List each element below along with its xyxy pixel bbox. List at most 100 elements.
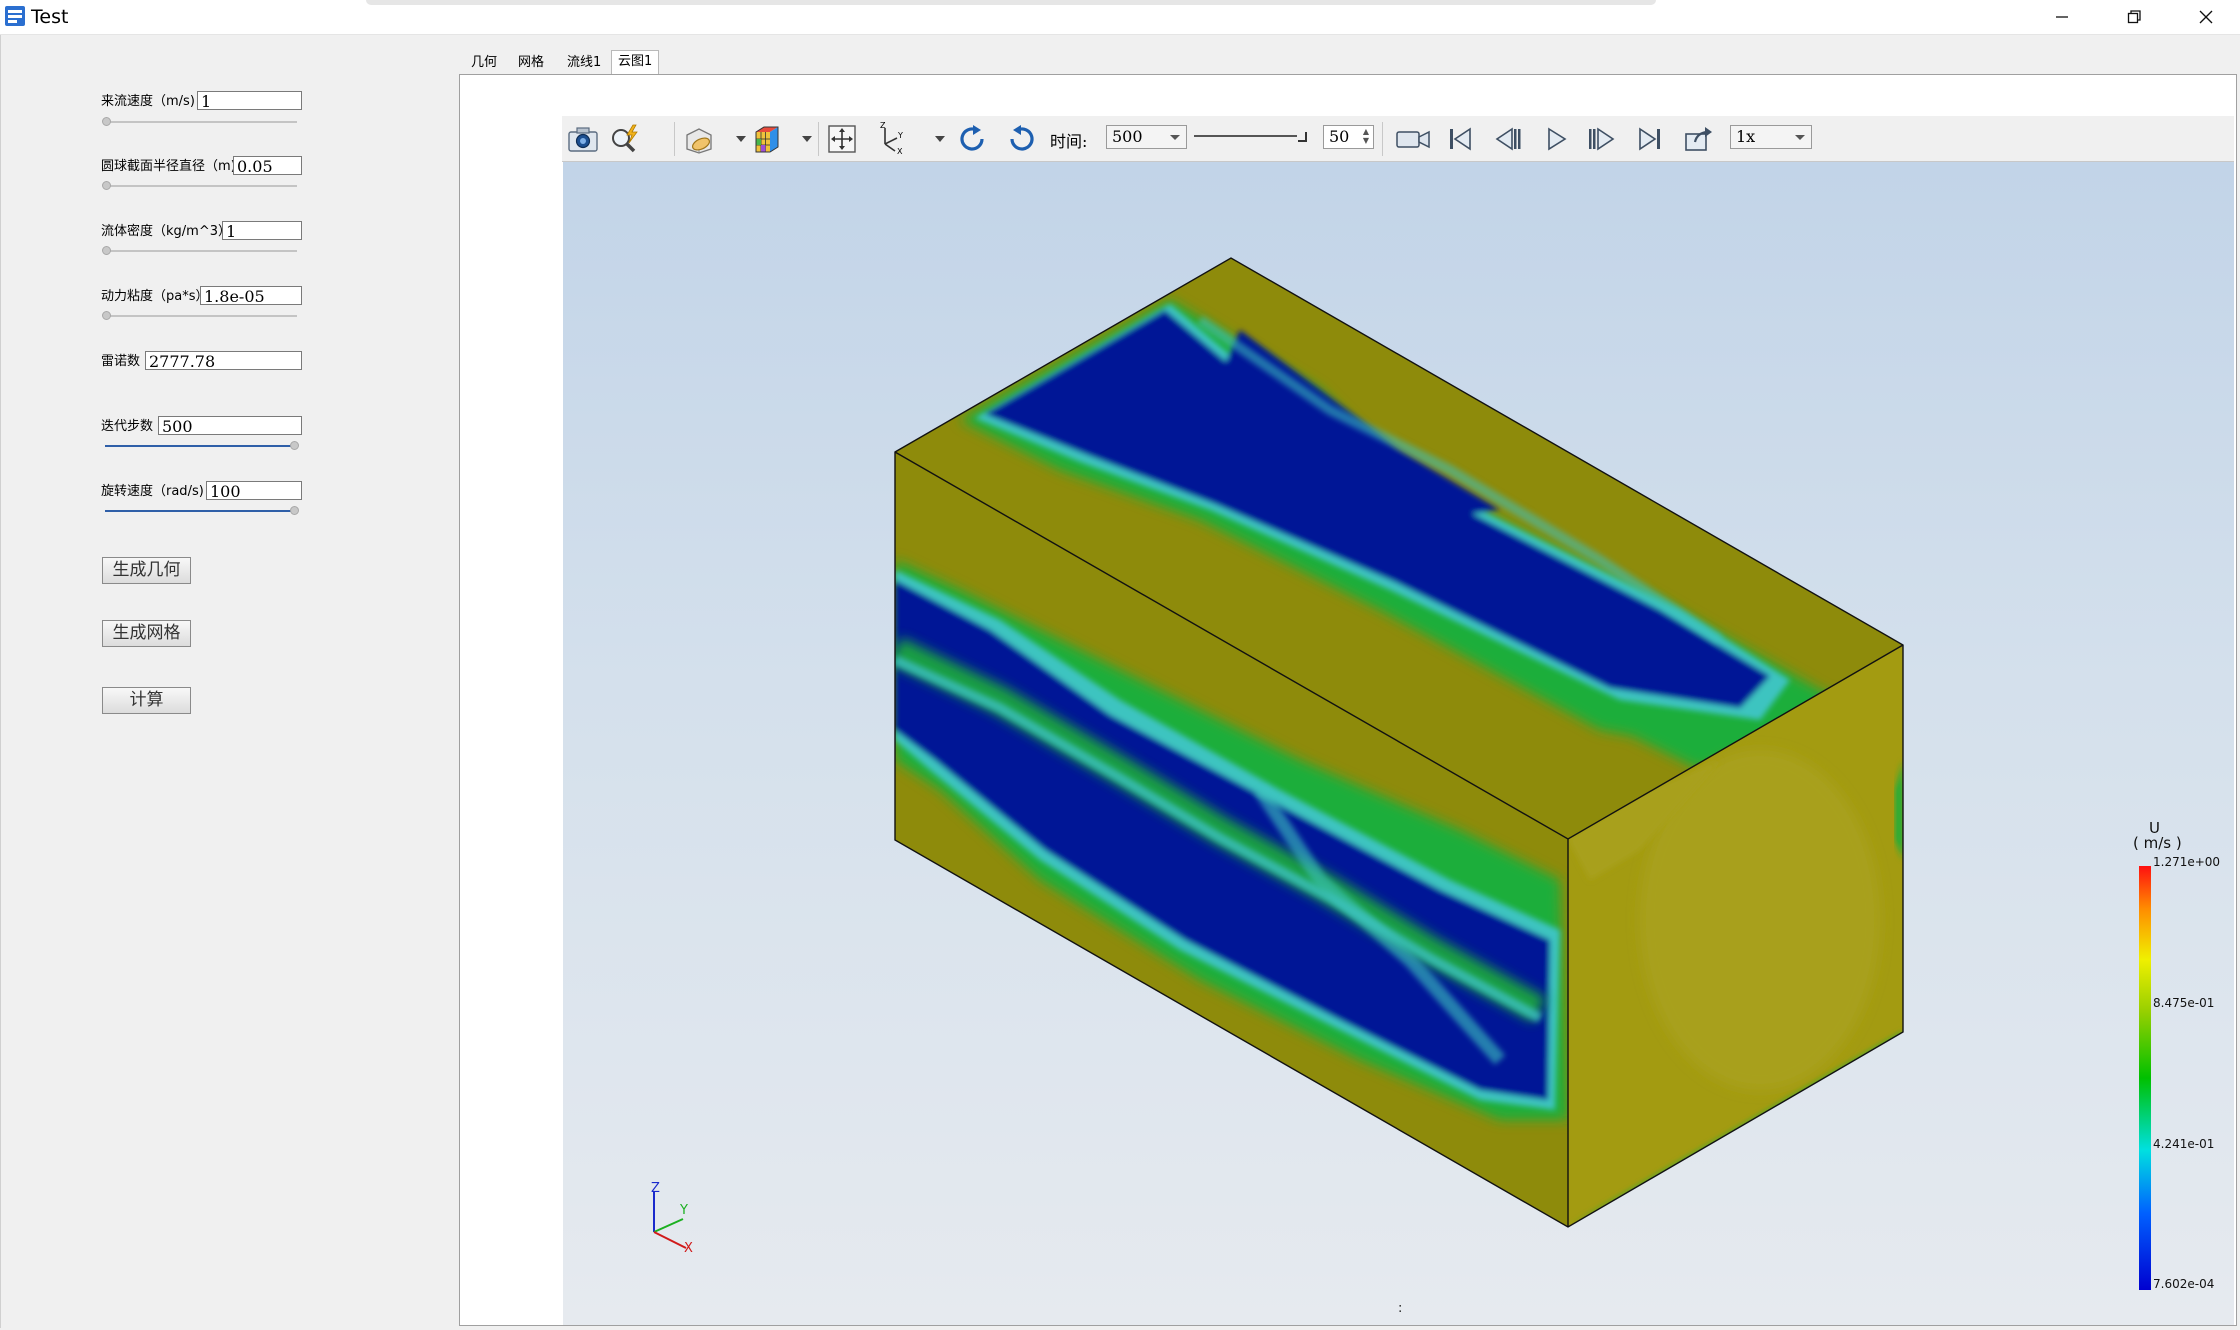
record-icon xyxy=(1396,130,1430,149)
rotate-cw-button[interactable] xyxy=(955,121,991,157)
colorbar-gradient xyxy=(2139,866,2151,1290)
play-button[interactable] xyxy=(1538,121,1574,157)
rotation-speed-slider-thumb[interactable] xyxy=(290,506,299,515)
svg-text:Z: Z xyxy=(880,122,886,130)
fit-view-button[interactable] xyxy=(824,121,860,157)
svg-text:Y: Y xyxy=(897,131,903,140)
play-icon xyxy=(1548,127,1567,151)
close-button[interactable] xyxy=(2170,0,2240,34)
x-axis-line xyxy=(653,1231,687,1249)
param-label-density: 流体密度（kg/m^3） xyxy=(101,224,231,239)
param-label-reynolds: 雷诺数 xyxy=(101,354,141,369)
colorbar-tick-max: 1.271e+00 xyxy=(2153,855,2221,869)
colorbar-tick-2: 8.475e-01 xyxy=(2153,996,2215,1010)
export-icon xyxy=(1685,127,1712,151)
param-label-diameter: 圆球截面半径直径（m) xyxy=(101,159,236,174)
rotate-ccw-icon xyxy=(1010,125,1034,151)
chevron-down-icon xyxy=(1170,135,1180,140)
tab-contour[interactable]: 云图1 xyxy=(611,50,660,76)
render-viewport[interactable]: Z Y X : U ( m/s ) 1.271e+00 8.475e-01 4.… xyxy=(563,162,2234,1325)
toolbar-separator xyxy=(1382,122,1383,156)
iterations-slider-thumb[interactable] xyxy=(290,441,299,450)
frame-spinbox-value: 50 xyxy=(1329,127,1350,146)
rotate-cw-icon xyxy=(960,125,984,151)
first-frame-button[interactable] xyxy=(1442,121,1478,157)
title-bar-shadow xyxy=(366,0,1656,5)
inflow-velocity-input[interactable]: 1 xyxy=(197,91,302,110)
inflow-velocity-slider-thumb[interactable] xyxy=(102,117,111,126)
export-button[interactable] xyxy=(1680,121,1716,157)
first-frame-icon xyxy=(1450,127,1471,151)
tab-geometry[interactable]: 几何 xyxy=(465,52,503,74)
zoom-icon xyxy=(612,124,638,153)
viscosity-slider-thumb[interactable] xyxy=(102,311,111,320)
zoom-button[interactable] xyxy=(607,121,643,157)
rotation-speed-slider-fill xyxy=(105,510,295,512)
rotate-ccw-button[interactable] xyxy=(1003,121,1039,157)
rotation-speed-input[interactable]: 100 xyxy=(206,481,302,500)
diameter-input[interactable]: 0.05 xyxy=(233,156,302,175)
x-axis-label: X xyxy=(684,1241,693,1256)
svg-text:X: X xyxy=(897,147,903,156)
viscosity-slider[interactable] xyxy=(105,315,297,317)
iterations-input[interactable]: 500 xyxy=(158,416,302,435)
colorbar-unit: ( m/s ) xyxy=(2133,834,2182,852)
param-label-viscosity: 动力粘度（pa*s） xyxy=(101,289,209,304)
contour-scene[interactable]: Z Y X : xyxy=(563,162,2234,1325)
z-axis-label: Z xyxy=(651,1181,660,1196)
compute-button[interactable]: 计算 xyxy=(102,687,191,714)
close-icon xyxy=(2199,10,2213,24)
toolbar-separator xyxy=(674,122,675,156)
density-slider[interactable] xyxy=(105,250,297,252)
tab-mesh[interactable]: 网格 xyxy=(512,52,550,74)
window-title: Test xyxy=(31,6,69,28)
speed-select[interactable]: 1x xyxy=(1730,125,1812,149)
orientation-axes: Z Y X xyxy=(651,1181,693,1256)
axes-view-button[interactable]: Z Y X xyxy=(872,121,908,157)
speed-select-value: 1x xyxy=(1736,127,1756,146)
density-slider-thumb[interactable] xyxy=(102,246,111,255)
diameter-slider-thumb[interactable] xyxy=(102,181,111,190)
color-cube-icon xyxy=(755,126,779,153)
generate-geometry-button[interactable]: 生成几何 xyxy=(102,557,191,584)
prev-frame-icon xyxy=(1495,127,1521,151)
frame-spinbox[interactable]: 50 ▲ ▼ xyxy=(1323,125,1374,149)
last-frame-button[interactable] xyxy=(1632,121,1668,157)
previous-frame-button[interactable] xyxy=(1490,121,1526,157)
status-marker: : xyxy=(1398,1301,1402,1316)
frame-slider-thumb[interactable] xyxy=(1298,132,1307,142)
clip-plane-dropdown[interactable] xyxy=(736,136,746,142)
clip-plane-button[interactable] xyxy=(681,121,717,157)
diameter-slider[interactable] xyxy=(105,185,297,187)
inflow-velocity-slider[interactable] xyxy=(105,121,297,123)
spin-arrows-icon[interactable]: ▲ ▼ xyxy=(1363,127,1369,145)
iterations-slider-fill xyxy=(105,445,295,447)
app-icon xyxy=(5,6,25,26)
color-map-dropdown[interactable] xyxy=(802,136,812,142)
viscosity-input[interactable]: 1.8e-05 xyxy=(200,286,302,305)
title-bar: Test xyxy=(0,0,2240,35)
axes-icon: Z Y X xyxy=(880,122,903,156)
minimize-button[interactable] xyxy=(2026,0,2098,34)
axes-view-dropdown[interactable] xyxy=(935,136,945,142)
param-label-iterations: 迭代步数 xyxy=(101,419,154,434)
param-label-rotation-speed: 旋转速度（rad/s) xyxy=(101,484,204,499)
chevron-down-icon xyxy=(1795,135,1805,140)
tab-streamline[interactable]: 流线1 xyxy=(561,52,607,74)
density-input[interactable]: 1 xyxy=(222,221,302,240)
next-frame-button[interactable] xyxy=(1584,121,1620,157)
minimize-icon xyxy=(2056,16,2068,18)
viewer-toolbar: Z Y X 时间: 500 50 ▲ ▼ 1x xyxy=(562,116,2234,162)
generate-mesh-button[interactable]: 生成网格 xyxy=(102,620,191,647)
restore-button[interactable] xyxy=(2098,0,2170,34)
record-button[interactable] xyxy=(1395,121,1431,157)
frame-slider[interactable] xyxy=(1194,135,1297,137)
color-map-button[interactable] xyxy=(749,121,785,157)
screenshot-button[interactable] xyxy=(565,121,601,157)
time-select[interactable]: 500 xyxy=(1106,125,1187,149)
fit-view-icon xyxy=(828,125,856,153)
last-frame-icon xyxy=(1639,127,1660,151)
y-axis-line xyxy=(653,1218,684,1233)
restore-icon xyxy=(2127,10,2141,24)
next-frame-icon xyxy=(1589,127,1615,151)
